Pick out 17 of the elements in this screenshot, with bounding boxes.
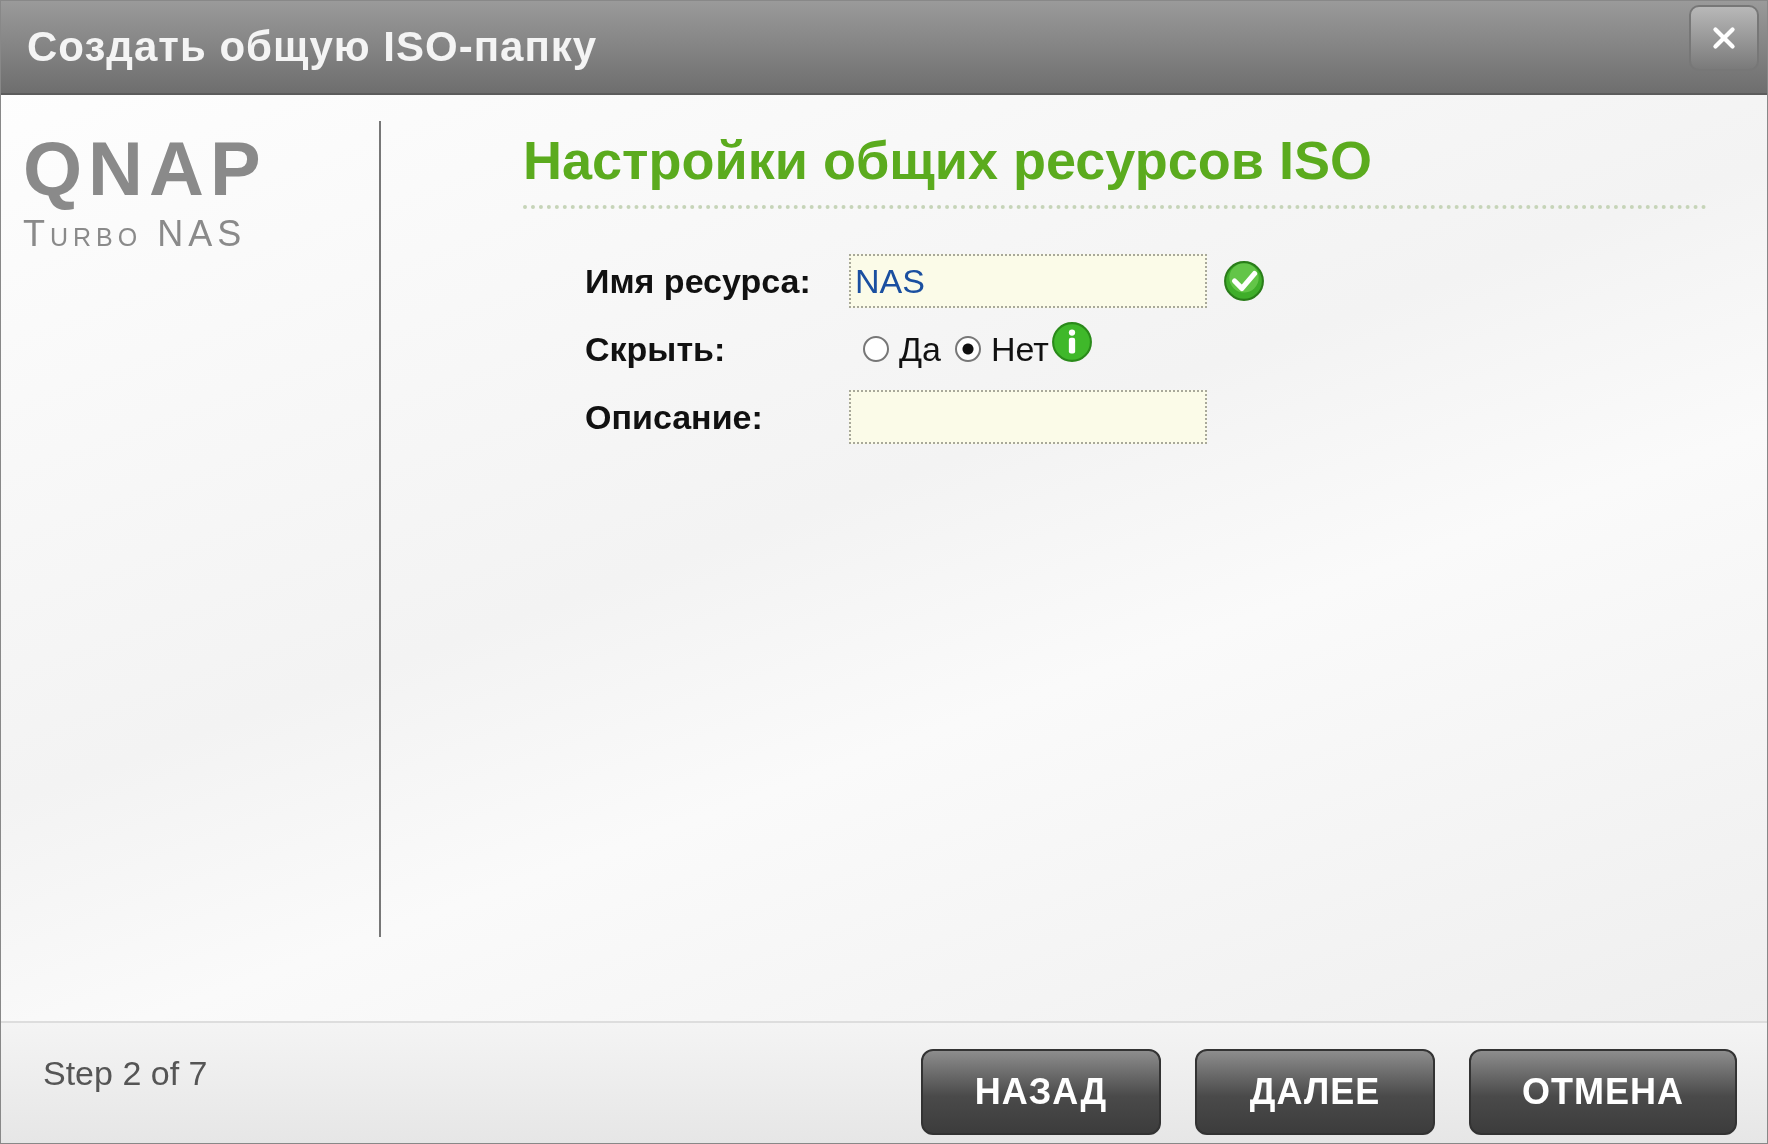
field-label: Имя ресурса:	[585, 261, 812, 301]
radio-label[interactable]: Да	[899, 329, 941, 369]
logo-subtitle: Turbo NAS	[23, 213, 248, 255]
input-field[interactable]: NAS	[849, 254, 1207, 308]
radio-button[interactable]	[863, 336, 889, 362]
step-indicator: Step 2 of 7	[43, 1053, 208, 1093]
field-label: Скрыть:	[585, 329, 727, 369]
radio-button[interactable]	[954, 336, 981, 362]
wizard-button[interactable]: ДАЛЕЕ	[1195, 1049, 1435, 1135]
field-label: Описание:	[585, 397, 764, 437]
wizard-button[interactable]: НАЗАД	[921, 1049, 1161, 1135]
window-title: Создать общую ISO-папку	[27, 23, 598, 71]
wizard-button[interactable]: ОТМЕНА	[1469, 1049, 1737, 1135]
close-button[interactable]	[1689, 5, 1759, 71]
input-field[interactable]	[849, 390, 1207, 444]
section-heading: Настройки общих ресурсов ISO	[523, 129, 1707, 209]
radio-label[interactable]: Нет	[990, 329, 1049, 369]
